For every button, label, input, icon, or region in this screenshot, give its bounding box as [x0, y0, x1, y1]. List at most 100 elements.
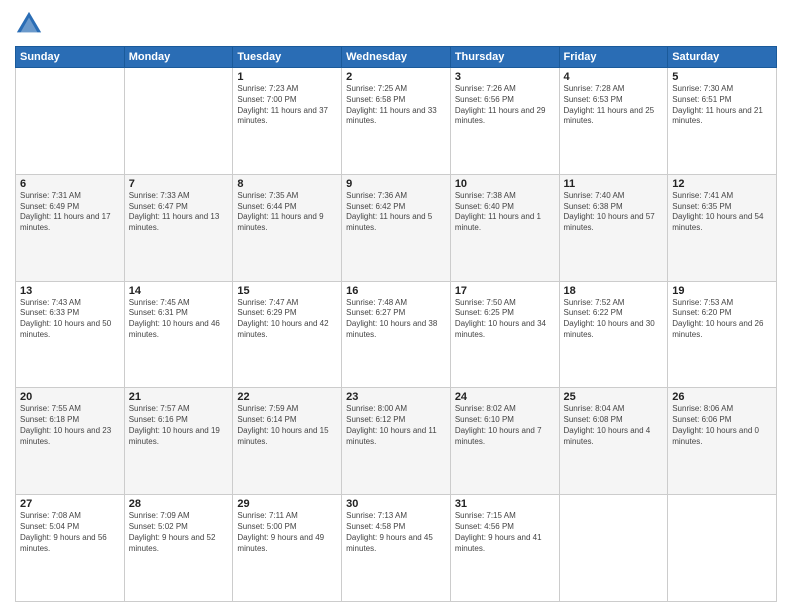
calendar-table: SundayMondayTuesdayWednesdayThursdayFrid… — [15, 46, 777, 602]
day-info: Sunrise: 7:31 AM Sunset: 6:49 PM Dayligh… — [20, 191, 120, 234]
day-info: Sunrise: 7:57 AM Sunset: 6:16 PM Dayligh… — [129, 404, 229, 447]
day-cell: 4Sunrise: 7:28 AM Sunset: 6:53 PM Daylig… — [559, 68, 668, 175]
day-number: 5 — [672, 71, 772, 83]
page: SundayMondayTuesdayWednesdayThursdayFrid… — [0, 0, 792, 612]
day-number: 17 — [455, 285, 555, 297]
day-cell: 21Sunrise: 7:57 AM Sunset: 6:16 PM Dayli… — [124, 388, 233, 495]
day-cell: 10Sunrise: 7:38 AM Sunset: 6:40 PM Dayli… — [450, 174, 559, 281]
day-cell: 5Sunrise: 7:30 AM Sunset: 6:51 PM Daylig… — [668, 68, 777, 175]
day-cell: 2Sunrise: 7:25 AM Sunset: 6:58 PM Daylig… — [342, 68, 451, 175]
day-cell: 30Sunrise: 7:13 AM Sunset: 4:58 PM Dayli… — [342, 495, 451, 602]
day-cell — [124, 68, 233, 175]
day-number: 4 — [564, 71, 664, 83]
day-header-sunday: Sunday — [16, 47, 125, 68]
day-number: 22 — [237, 391, 337, 403]
day-info: Sunrise: 7:28 AM Sunset: 6:53 PM Dayligh… — [564, 84, 664, 127]
day-cell: 3Sunrise: 7:26 AM Sunset: 6:56 PM Daylig… — [450, 68, 559, 175]
day-number: 21 — [129, 391, 229, 403]
day-info: Sunrise: 7:40 AM Sunset: 6:38 PM Dayligh… — [564, 191, 664, 234]
day-cell: 6Sunrise: 7:31 AM Sunset: 6:49 PM Daylig… — [16, 174, 125, 281]
day-cell — [16, 68, 125, 175]
day-number: 10 — [455, 178, 555, 190]
day-number: 14 — [129, 285, 229, 297]
day-header-tuesday: Tuesday — [233, 47, 342, 68]
day-number: 20 — [20, 391, 120, 403]
week-row-3: 13Sunrise: 7:43 AM Sunset: 6:33 PM Dayli… — [16, 281, 777, 388]
day-info: Sunrise: 7:59 AM Sunset: 6:14 PM Dayligh… — [237, 404, 337, 447]
day-info: Sunrise: 7:35 AM Sunset: 6:44 PM Dayligh… — [237, 191, 337, 234]
day-info: Sunrise: 7:25 AM Sunset: 6:58 PM Dayligh… — [346, 84, 446, 127]
day-cell: 15Sunrise: 7:47 AM Sunset: 6:29 PM Dayli… — [233, 281, 342, 388]
day-cell: 14Sunrise: 7:45 AM Sunset: 6:31 PM Dayli… — [124, 281, 233, 388]
day-cell: 20Sunrise: 7:55 AM Sunset: 6:18 PM Dayli… — [16, 388, 125, 495]
day-cell — [559, 495, 668, 602]
day-cell: 16Sunrise: 7:48 AM Sunset: 6:27 PM Dayli… — [342, 281, 451, 388]
day-info: Sunrise: 7:55 AM Sunset: 6:18 PM Dayligh… — [20, 404, 120, 447]
day-info: Sunrise: 7:38 AM Sunset: 6:40 PM Dayligh… — [455, 191, 555, 234]
day-cell: 8Sunrise: 7:35 AM Sunset: 6:44 PM Daylig… — [233, 174, 342, 281]
day-number: 3 — [455, 71, 555, 83]
day-number: 26 — [672, 391, 772, 403]
day-info: Sunrise: 7:41 AM Sunset: 6:35 PM Dayligh… — [672, 191, 772, 234]
day-number: 16 — [346, 285, 446, 297]
day-number: 28 — [129, 498, 229, 510]
day-number: 27 — [20, 498, 120, 510]
day-number: 30 — [346, 498, 446, 510]
day-cell: 31Sunrise: 7:15 AM Sunset: 4:56 PM Dayli… — [450, 495, 559, 602]
day-info: Sunrise: 8:00 AM Sunset: 6:12 PM Dayligh… — [346, 404, 446, 447]
day-cell — [668, 495, 777, 602]
day-number: 1 — [237, 71, 337, 83]
day-header-thursday: Thursday — [450, 47, 559, 68]
day-info: Sunrise: 7:45 AM Sunset: 6:31 PM Dayligh… — [129, 298, 229, 341]
day-number: 6 — [20, 178, 120, 190]
logo-icon — [15, 10, 43, 38]
day-info: Sunrise: 7:23 AM Sunset: 7:00 PM Dayligh… — [237, 84, 337, 127]
day-header-monday: Monday — [124, 47, 233, 68]
day-cell: 26Sunrise: 8:06 AM Sunset: 6:06 PM Dayli… — [668, 388, 777, 495]
day-info: Sunrise: 7:30 AM Sunset: 6:51 PM Dayligh… — [672, 84, 772, 127]
week-row-2: 6Sunrise: 7:31 AM Sunset: 6:49 PM Daylig… — [16, 174, 777, 281]
day-info: Sunrise: 7:33 AM Sunset: 6:47 PM Dayligh… — [129, 191, 229, 234]
day-cell: 9Sunrise: 7:36 AM Sunset: 6:42 PM Daylig… — [342, 174, 451, 281]
day-cell: 18Sunrise: 7:52 AM Sunset: 6:22 PM Dayli… — [559, 281, 668, 388]
day-number: 23 — [346, 391, 446, 403]
day-number: 12 — [672, 178, 772, 190]
day-cell: 12Sunrise: 7:41 AM Sunset: 6:35 PM Dayli… — [668, 174, 777, 281]
week-row-4: 20Sunrise: 7:55 AM Sunset: 6:18 PM Dayli… — [16, 388, 777, 495]
day-header-wednesday: Wednesday — [342, 47, 451, 68]
day-header-saturday: Saturday — [668, 47, 777, 68]
day-cell: 27Sunrise: 7:08 AM Sunset: 5:04 PM Dayli… — [16, 495, 125, 602]
day-number: 24 — [455, 391, 555, 403]
day-number: 11 — [564, 178, 664, 190]
week-row-1: 1Sunrise: 7:23 AM Sunset: 7:00 PM Daylig… — [16, 68, 777, 175]
day-cell: 29Sunrise: 7:11 AM Sunset: 5:00 PM Dayli… — [233, 495, 342, 602]
day-info: Sunrise: 7:48 AM Sunset: 6:27 PM Dayligh… — [346, 298, 446, 341]
day-cell: 24Sunrise: 8:02 AM Sunset: 6:10 PM Dayli… — [450, 388, 559, 495]
day-number: 31 — [455, 498, 555, 510]
header — [15, 10, 777, 38]
day-info: Sunrise: 7:36 AM Sunset: 6:42 PM Dayligh… — [346, 191, 446, 234]
logo — [15, 10, 47, 38]
week-row-5: 27Sunrise: 7:08 AM Sunset: 5:04 PM Dayli… — [16, 495, 777, 602]
day-info: Sunrise: 8:04 AM Sunset: 6:08 PM Dayligh… — [564, 404, 664, 447]
day-cell: 17Sunrise: 7:50 AM Sunset: 6:25 PM Dayli… — [450, 281, 559, 388]
day-number: 13 — [20, 285, 120, 297]
day-cell: 1Sunrise: 7:23 AM Sunset: 7:00 PM Daylig… — [233, 68, 342, 175]
day-header-friday: Friday — [559, 47, 668, 68]
day-info: Sunrise: 7:53 AM Sunset: 6:20 PM Dayligh… — [672, 298, 772, 341]
day-info: Sunrise: 7:08 AM Sunset: 5:04 PM Dayligh… — [20, 511, 120, 554]
day-info: Sunrise: 7:50 AM Sunset: 6:25 PM Dayligh… — [455, 298, 555, 341]
day-info: Sunrise: 7:26 AM Sunset: 6:56 PM Dayligh… — [455, 84, 555, 127]
day-cell: 25Sunrise: 8:04 AM Sunset: 6:08 PM Dayli… — [559, 388, 668, 495]
day-cell: 23Sunrise: 8:00 AM Sunset: 6:12 PM Dayli… — [342, 388, 451, 495]
day-number: 8 — [237, 178, 337, 190]
day-number: 18 — [564, 285, 664, 297]
day-info: Sunrise: 7:43 AM Sunset: 6:33 PM Dayligh… — [20, 298, 120, 341]
day-info: Sunrise: 7:47 AM Sunset: 6:29 PM Dayligh… — [237, 298, 337, 341]
day-number: 15 — [237, 285, 337, 297]
day-info: Sunrise: 7:09 AM Sunset: 5:02 PM Dayligh… — [129, 511, 229, 554]
calendar-header-row: SundayMondayTuesdayWednesdayThursdayFrid… — [16, 47, 777, 68]
day-number: 25 — [564, 391, 664, 403]
day-cell: 7Sunrise: 7:33 AM Sunset: 6:47 PM Daylig… — [124, 174, 233, 281]
day-number: 9 — [346, 178, 446, 190]
